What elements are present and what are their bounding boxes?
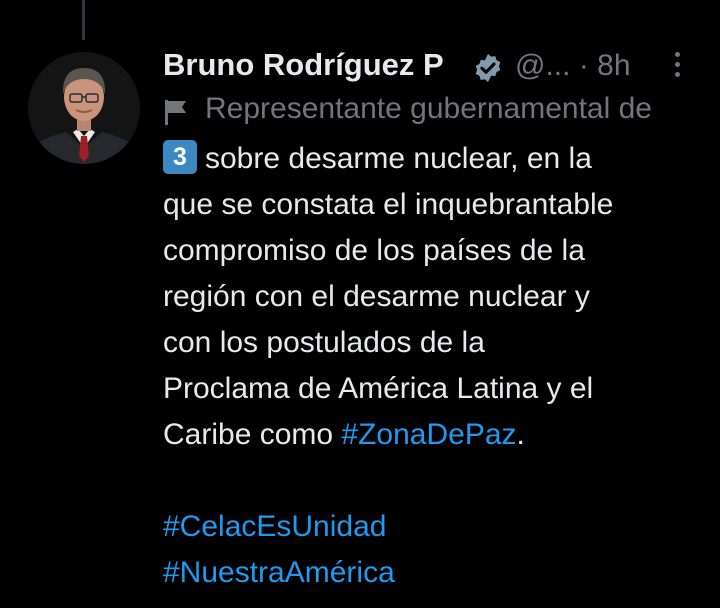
avatar[interactable] xyxy=(28,52,140,164)
tweet-text-line: Caribe como #ZonaDePaz. xyxy=(163,412,720,458)
hashtag-link[interactable]: #CelacEsUnidad xyxy=(163,504,395,550)
more-options-icon[interactable] xyxy=(672,52,682,80)
tweet-text-segment: . xyxy=(516,418,525,451)
tweet-text: 3 sobre desarme nuclear, en la que se con… xyxy=(163,136,720,458)
flag-icon xyxy=(165,100,186,125)
avatar-image xyxy=(28,52,140,164)
tweet-text-line: que se constata el inquebrantable xyxy=(163,188,614,221)
dot-separator: · xyxy=(578,49,589,82)
verified-badge-icon xyxy=(475,54,501,82)
tweet-text-segment: sobre desarme nuclear, en la xyxy=(205,142,592,175)
tweet-text-line: con los postulados de la xyxy=(163,326,485,359)
tweet-text-line: región con el desarme nuclear y xyxy=(163,280,590,313)
tweet-text-segment: Caribe como xyxy=(163,418,342,451)
author-handle[interactable]: @... xyxy=(515,49,570,82)
author-handle-and-time: @... · 8h xyxy=(515,49,631,83)
tweet-time[interactable]: 8h xyxy=(597,49,630,82)
tweet-text-line: compromiso de los países de la xyxy=(163,234,585,267)
keycap-3-emoji: 3 xyxy=(163,140,197,174)
author-name[interactable]: Bruno Rodríguez P xyxy=(163,47,444,83)
thread-connector-line xyxy=(82,0,85,40)
hashtag-link[interactable]: #NuestraAmérica xyxy=(163,550,395,596)
hashtag-link[interactable]: #ZonaDePaz xyxy=(341,418,516,451)
tweet-text-line: 3 sobre desarme nuclear, en la xyxy=(163,136,720,182)
label-text: Representante gubernamental de xyxy=(205,92,652,125)
hashtag-list: #CelacEsUnidad #NuestraAmérica xyxy=(163,504,395,596)
government-label[interactable]: Representante gubernamental de xyxy=(163,92,720,132)
tweet-text-line: Proclama de América Latina y el xyxy=(163,372,594,405)
tweet-header: Bruno Rodríguez P @... · 8h xyxy=(163,44,720,88)
